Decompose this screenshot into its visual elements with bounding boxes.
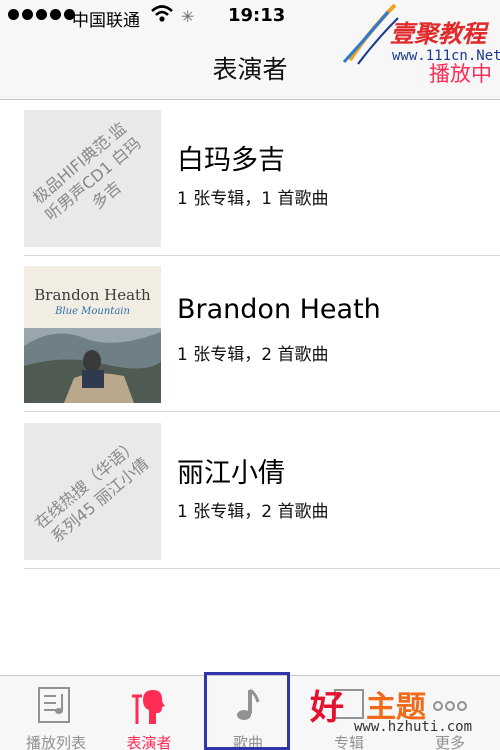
watermark-bottom: 好 主题 www.hzhuti.com: [310, 680, 500, 736]
divider: [24, 568, 500, 569]
watermark-title: 壹聚教程: [390, 19, 486, 48]
album-art-title: Brandon Heath: [34, 286, 151, 304]
watermark-bottom-url: www.hzhuti.com: [354, 719, 473, 735]
highlight-box: [204, 672, 290, 750]
watermark-url: www.111cn.Net: [392, 48, 500, 64]
artist-name: Brandon Heath: [177, 294, 381, 325]
carrier-name: 中国联通: [72, 11, 140, 31]
artist-meta: 1 张专辑，1 首歌曲: [177, 189, 329, 209]
divider: [24, 411, 500, 412]
album-art-placeholder: 极品HIFI典范·监听男声CD1 白玛多吉: [24, 110, 161, 247]
signal-strength-icon: [8, 9, 75, 20]
album-art-image: Brandon Heath Blue Mountain: [24, 266, 161, 403]
tab-artists[interactable]: 表演者: [99, 676, 199, 750]
activity-spinner-icon: ✳: [181, 7, 195, 26]
tab-playlists[interactable]: 播放列表: [6, 676, 106, 750]
album-art-placeholder: 在线热搜（华语）系列45 丽江小倩: [24, 423, 161, 560]
watermark-top: 壹聚教程 www.111cn.Net: [340, 0, 500, 70]
artist-name: 丽江小倩: [177, 458, 285, 489]
tab-label: 播放列表: [25, 734, 86, 750]
artist-meta: 1 张专辑，2 首歌曲: [177, 502, 329, 522]
artist-name: 白玛多吉: [177, 145, 285, 176]
list-item[interactable]: 在线热搜（华语）系列45 丽江小倩 丽江小倩 1 张专辑，2 首歌曲: [0, 413, 500, 569]
album-art-text: 在线热搜（华语）系列45 丽江小倩: [30, 435, 152, 546]
playlist-icon: [38, 687, 70, 723]
watermark-bottom-title-a: 好: [310, 688, 344, 728]
list-item[interactable]: 极品HIFI典范·监听男声CD1 白玛多吉 白玛多吉 1 张专辑，1 首歌曲: [0, 100, 500, 256]
artist-icon: [132, 690, 165, 724]
album-art-text: 极品HIFI典范·监听男声CD1 白玛多吉: [28, 117, 145, 224]
list-item[interactable]: Brandon Heath Blue Mountain Brandon Heat…: [0, 256, 500, 412]
artist-meta: 1 张专辑，2 首歌曲: [177, 345, 329, 365]
status-time: 19:13: [228, 5, 286, 26]
wifi-icon: [150, 4, 174, 29]
tab-label: 表演者: [126, 734, 172, 750]
album-art-subtitle: Blue Mountain: [55, 306, 130, 317]
